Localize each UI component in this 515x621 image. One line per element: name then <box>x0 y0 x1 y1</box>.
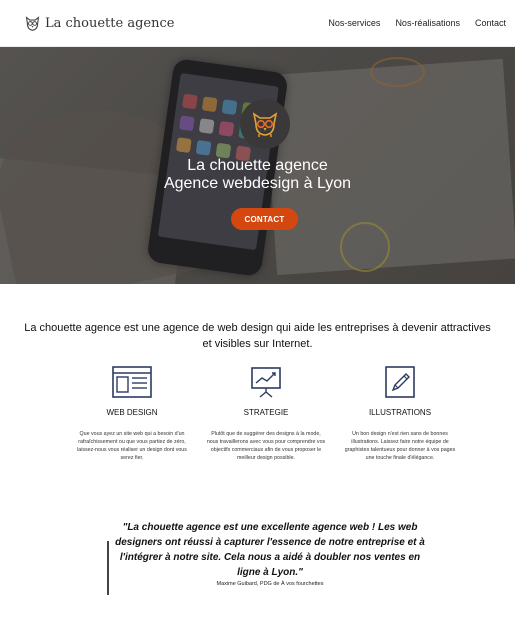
logo[interactable]: La chouette agence <box>24 15 174 32</box>
webpage-icon <box>112 366 152 398</box>
service-web-design: WEB DESIGN Que vous ayez un site web qui… <box>72 366 192 462</box>
nav-item-realisations[interactable]: Nos-réalisations <box>395 18 460 28</box>
nav-item-contact[interactable]: Contact <box>475 18 506 28</box>
owl-icon <box>25 16 40 31</box>
intro-text: La chouette agence est une agence de web… <box>24 322 491 350</box>
quote-accent-bar <box>107 541 109 595</box>
hero-subtitle: Agence webdesign à Lyon <box>163 175 352 192</box>
service-description: Que vous ayez un site web qui a besoin d… <box>77 431 187 461</box>
owl-icon <box>252 112 278 137</box>
service-title: WEB DESIGN <box>106 408 158 417</box>
testimonial-author: Maxime Guibard, PDG de À vos fourchettes <box>216 581 324 587</box>
pencil-icon <box>385 366 415 398</box>
service-illustrations: ILLUSTRATIONS Un bon design n'est rien s… <box>340 366 460 462</box>
hero-owl-badge <box>240 99 290 149</box>
service-title: ILLUSTRATIONS <box>368 408 432 417</box>
contact-button[interactable]: CONTACT <box>231 208 298 230</box>
main-nav: Nos-services Nos-réalisations Contact <box>313 18 506 28</box>
logo-text: La chouette agence <box>45 16 175 31</box>
site-header: La chouette agence Nos-services Nos-réal… <box>0 0 515 47</box>
hero-banner: La chouette agence Agence webdesign à Ly… <box>0 47 515 284</box>
testimonial-quote: "La chouette agence est une excellente a… <box>115 522 425 578</box>
hero-title: La chouette agence <box>187 157 328 174</box>
presentation-board-icon <box>251 367 281 398</box>
service-description: Un bon design n'est rien sans de bonnes … <box>344 431 456 461</box>
service-description: Plutôt que de suggérer des designs à la … <box>206 431 326 461</box>
service-strategie: STRATEGIE Plutôt que de suggérer des des… <box>206 366 326 462</box>
nav-item-services[interactable]: Nos-services <box>328 18 380 28</box>
service-title: STRATEGIE <box>243 408 289 417</box>
